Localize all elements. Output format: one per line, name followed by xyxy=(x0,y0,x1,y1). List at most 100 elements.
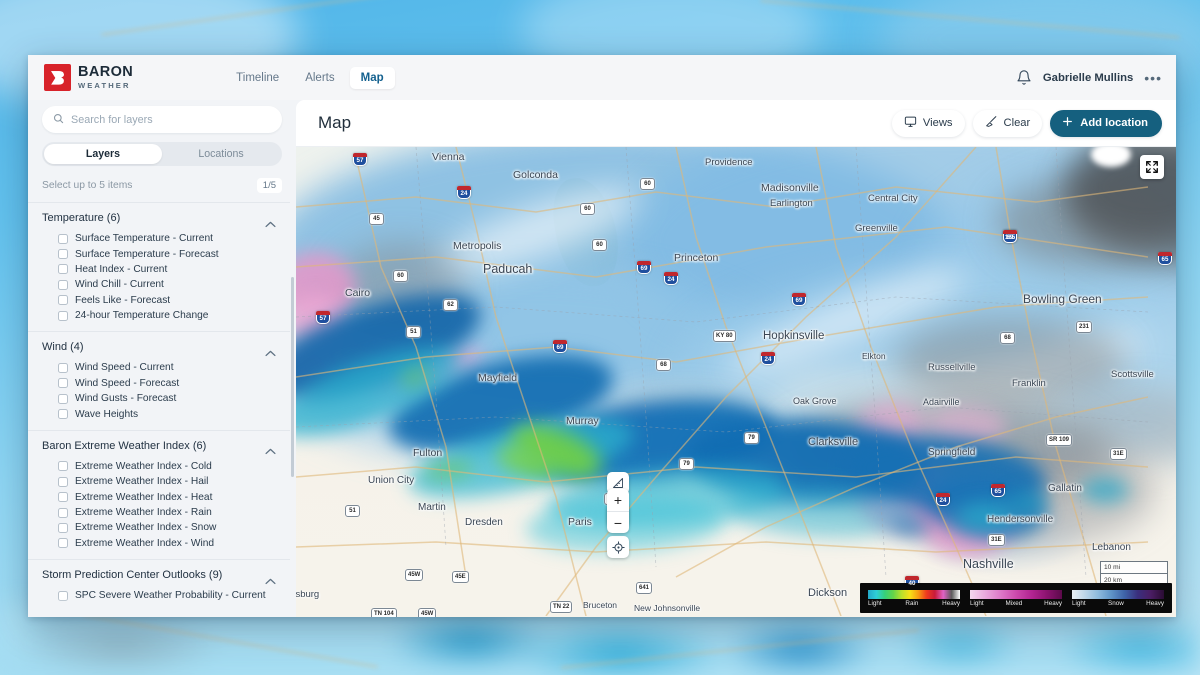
layer-label: Feels Like - Forecast xyxy=(75,294,171,306)
layer-checkbox[interactable] xyxy=(58,522,68,533)
layer-checkbox[interactable] xyxy=(58,362,68,373)
tab-alerts[interactable]: Alerts xyxy=(294,67,345,89)
layer-label: Wind Chill - Current xyxy=(75,279,164,291)
page-title: Map xyxy=(318,113,352,132)
layer-list-scroll-area[interactable]: Temperature (6) Surface Temperature - Cu… xyxy=(28,202,296,617)
layer-label: Heat Index - Current xyxy=(75,263,168,275)
add-location-button-label: Add location xyxy=(1080,117,1148,129)
fullscreen-button[interactable] xyxy=(1140,155,1164,179)
group-header-temperature[interactable]: Temperature (6) xyxy=(28,212,290,227)
layer-item[interactable]: SPC Severe Weather Probability - Current xyxy=(28,588,290,603)
layer-checkbox[interactable] xyxy=(58,409,68,420)
layer-label: Wind Speed - Forecast xyxy=(75,377,180,389)
layer-checkbox[interactable] xyxy=(58,507,68,518)
tab-map[interactable]: Map xyxy=(349,66,395,89)
layer-group-wind: Wind (4) Wind Speed - Current Wind Speed… xyxy=(28,331,290,430)
logo-brand-sub: WEATHER xyxy=(78,80,131,90)
legend-snow-center-label: Snow xyxy=(1108,599,1124,607)
chevron-up-icon xyxy=(265,344,276,356)
layer-item[interactable]: Feels Like - Forecast xyxy=(28,293,290,308)
layer-label: Extreme Weather Index - Wind xyxy=(75,537,215,549)
desktop-backdrop: BARON WEATHER Timeline Alerts Map Gabrie… xyxy=(0,0,1200,675)
layer-item[interactable]: Wind Gusts - Forecast xyxy=(28,391,290,406)
segmented-control-wrap: Layers Locations xyxy=(28,142,296,176)
layer-label: Extreme Weather Index - Rain xyxy=(75,507,212,519)
layer-item[interactable]: Wind Speed - Forecast xyxy=(28,376,290,391)
chevron-up-icon xyxy=(265,215,276,227)
map-panel-header: Map Views Clear Add location xyxy=(296,100,1176,147)
segment-layers[interactable]: Layers xyxy=(44,144,162,164)
layer-checkbox[interactable] xyxy=(58,378,68,389)
layer-checkbox[interactable] xyxy=(58,461,68,472)
views-button[interactable]: Views xyxy=(891,109,965,137)
add-location-button[interactable]: Add location xyxy=(1050,109,1162,137)
zoom-controls: + − xyxy=(607,489,629,533)
baron-weather-logo[interactable]: BARON WEATHER xyxy=(44,64,133,91)
legend-mixed-right-label: Heavy xyxy=(1044,599,1062,607)
views-button-label: Views xyxy=(922,117,953,129)
layer-item[interactable]: Extreme Weather Index - Snow xyxy=(28,520,290,535)
layer-label: Wind Gusts - Forecast xyxy=(75,393,177,405)
legend-mixed-scale: Light Mixed Heavy xyxy=(970,589,1062,607)
legend-snow-gradient xyxy=(1072,589,1164,599)
layer-label: 24-hour Temperature Change xyxy=(75,310,209,322)
layer-checkbox[interactable] xyxy=(58,295,68,306)
layer-item[interactable]: Surface Temperature - Current xyxy=(28,231,290,246)
layer-item[interactable]: Wind Chill - Current xyxy=(28,277,290,292)
layer-item[interactable]: Extreme Weather Index - Hail xyxy=(28,474,290,489)
layer-checkbox[interactable] xyxy=(58,233,68,244)
search-box[interactable] xyxy=(42,106,282,133)
group-header-wind[interactable]: Wind (4) xyxy=(28,341,290,356)
selection-count-badge: 1/5 xyxy=(256,178,282,193)
layer-item[interactable]: Wind Speed - Current xyxy=(28,360,290,375)
layer-label: Extreme Weather Index - Heat xyxy=(75,491,213,503)
map-legend: Light Rain Heavy Light Mixed Heavy Light… xyxy=(860,583,1172,613)
plus-icon xyxy=(1061,115,1074,131)
layer-item[interactable]: Extreme Weather Index - Cold xyxy=(28,459,290,474)
notification-bell-icon[interactable] xyxy=(1016,69,1032,86)
layer-checkbox[interactable] xyxy=(58,264,68,275)
layer-checkbox[interactable] xyxy=(58,590,68,601)
segment-locations[interactable]: Locations xyxy=(162,144,280,164)
clear-button-label: Clear xyxy=(1003,117,1031,129)
user-name-label[interactable]: Gabrielle Mullins xyxy=(1043,72,1133,84)
group-header-spc-outlooks[interactable]: Storm Prediction Center Outlooks (9) xyxy=(28,569,290,584)
layer-checkbox[interactable] xyxy=(58,538,68,549)
layer-item[interactable]: Wave Heights xyxy=(28,406,290,421)
layer-checkbox[interactable] xyxy=(58,393,68,404)
logo-brand-name: BARON xyxy=(78,64,134,81)
layer-checkbox[interactable] xyxy=(58,310,68,321)
rain-patch xyxy=(1081,477,1129,503)
layer-checkbox[interactable] xyxy=(58,279,68,290)
weather-map-canvas[interactable]: Vienna Golconda Providence Madisonville Cent… xyxy=(296,147,1176,617)
layer-item[interactable]: Surface Temperature - Forecast xyxy=(28,246,290,261)
group-title: Wind (4) xyxy=(42,341,84,354)
zoom-out-button[interactable]: − xyxy=(607,511,629,533)
layer-item[interactable]: Extreme Weather Index - Rain xyxy=(28,505,290,520)
search-input[interactable] xyxy=(71,113,271,126)
zoom-in-button[interactable]: + xyxy=(607,489,629,511)
layer-group-spc-outlooks: Storm Prediction Center Outlooks (9) SPC… xyxy=(28,559,290,611)
monitor-icon xyxy=(904,115,917,131)
legend-mixed-gradient xyxy=(970,589,1062,599)
clear-button[interactable]: Clear xyxy=(972,109,1043,137)
layer-item[interactable]: 24-hour Temperature Change xyxy=(28,308,290,323)
legend-snow-scale: Light Snow Heavy xyxy=(1072,589,1164,607)
more-options-icon[interactable]: ••• xyxy=(1144,71,1162,85)
tab-timeline[interactable]: Timeline xyxy=(225,67,290,89)
layer-checkbox[interactable] xyxy=(58,492,68,503)
sidebar-scrollbar-thumb[interactable] xyxy=(290,277,294,477)
layer-item[interactable]: Extreme Weather Index - Heat xyxy=(28,490,290,505)
layer-checkbox[interactable] xyxy=(58,249,68,260)
locate-me-button[interactable] xyxy=(607,536,629,558)
layer-item[interactable]: Heat Index - Current xyxy=(28,262,290,277)
layer-item[interactable]: Extreme Weather Index - Wind xyxy=(28,536,290,551)
group-header-extreme-weather-index[interactable]: Baron Extreme Weather Index (6) xyxy=(28,440,290,455)
layer-label: Extreme Weather Index - Cold xyxy=(75,460,212,472)
scale-miles: 10 mi xyxy=(1100,561,1168,574)
app-window: BARON WEATHER Timeline Alerts Map Gabrie… xyxy=(28,55,1176,617)
layer-group-temperature: Temperature (6) Surface Temperature - Cu… xyxy=(28,202,290,331)
layer-checkbox[interactable] xyxy=(58,476,68,487)
layer-group-extreme-weather-index: Baron Extreme Weather Index (6) Extreme … xyxy=(28,429,290,559)
rain-patch xyxy=(1006,492,1048,516)
